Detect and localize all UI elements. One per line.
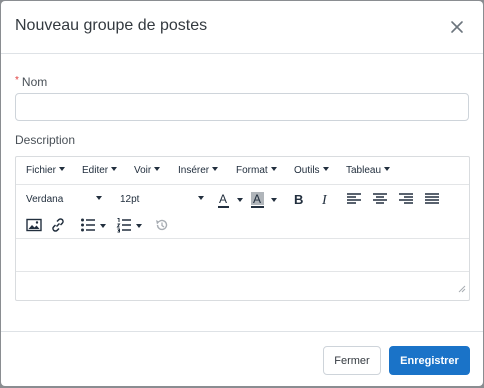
close-button[interactable]: Fermer [323, 346, 381, 375]
insert-link-icon[interactable] [50, 217, 66, 233]
caret-down-icon [111, 167, 118, 171]
resize-handle-icon[interactable] [458, 280, 466, 298]
modal-title: Nouveau groupe de postes [15, 17, 208, 34]
rich-text-editor: Fichier Editer Voir Insérer Format Outil… [15, 156, 470, 301]
menu-label: Voir [134, 165, 152, 176]
name-label: * Nom [15, 75, 47, 89]
highlight-glyph: A [253, 192, 261, 206]
font-family-select[interactable]: Verdana [26, 194, 103, 205]
bold-glyph: B [294, 192, 303, 207]
caret-down-icon [198, 196, 205, 200]
text-color-button[interactable]: A [216, 190, 246, 210]
required-mark: * [15, 75, 19, 86]
editor-statusbar [16, 272, 469, 301]
editor-menubar: Fichier Editer Voir Insérer Format Outil… [16, 157, 469, 185]
modal-footer: Fermer Enregistrer [1, 331, 483, 386]
save-button[interactable]: Enregistrer [389, 346, 470, 375]
insert-image-icon[interactable] [26, 218, 42, 232]
close-icon[interactable] [447, 17, 467, 37]
numbered-list-button[interactable] [116, 217, 146, 233]
name-label-text: Nom [21, 75, 48, 89]
align-right-icon[interactable] [398, 192, 414, 206]
modal-dialog: Nouveau groupe de postes * Nom Descriptio… [1, 1, 483, 386]
menu-label: Editer [82, 165, 109, 176]
italic-glyph: I [321, 193, 328, 208]
caret-down-icon [59, 167, 66, 171]
menu-inserer[interactable]: Insérer [178, 165, 219, 176]
bullet-list-button[interactable] [80, 217, 110, 233]
text-color-glyph: A [219, 192, 227, 206]
caret-down-icon [270, 167, 277, 171]
align-left-icon[interactable] [346, 192, 362, 206]
caret-down-icon [212, 167, 219, 171]
menu-label: Outils [294, 165, 320, 176]
menu-label: Format [236, 165, 268, 176]
modal-header: Nouveau groupe de postes [1, 1, 483, 54]
menu-label: Tableau [346, 165, 382, 176]
caret-down-icon [96, 196, 103, 200]
name-input[interactable] [15, 93, 469, 121]
menu-label: Insérer [178, 165, 210, 176]
caret-down-icon [322, 167, 329, 171]
highlight-color-button[interactable]: A [250, 190, 280, 210]
font-size-value: 12pt [120, 194, 140, 205]
caret-down-icon [384, 167, 391, 171]
italic-button[interactable]: I [318, 190, 334, 210]
align-center-icon[interactable] [372, 192, 388, 206]
menu-editer[interactable]: Editer [82, 165, 118, 176]
font-family-value: Verdana [26, 194, 64, 205]
menu-label: Fichier [26, 165, 57, 176]
description-label: Description [15, 133, 76, 147]
menu-fichier[interactable]: Fichier [26, 165, 66, 176]
menu-voir[interactable]: Voir [134, 165, 161, 176]
menu-format[interactable]: Format [236, 165, 277, 176]
bold-button[interactable]: B [292, 190, 308, 210]
font-size-select[interactable]: 12pt [120, 194, 205, 205]
menu-tableau[interactable]: Tableau [346, 165, 391, 176]
menu-outils[interactable]: Outils [294, 165, 329, 176]
editor-content-area[interactable] [16, 238, 469, 272]
align-justify-icon[interactable] [424, 192, 440, 206]
caret-down-icon [154, 167, 161, 171]
restore-draft-icon[interactable] [154, 217, 170, 233]
